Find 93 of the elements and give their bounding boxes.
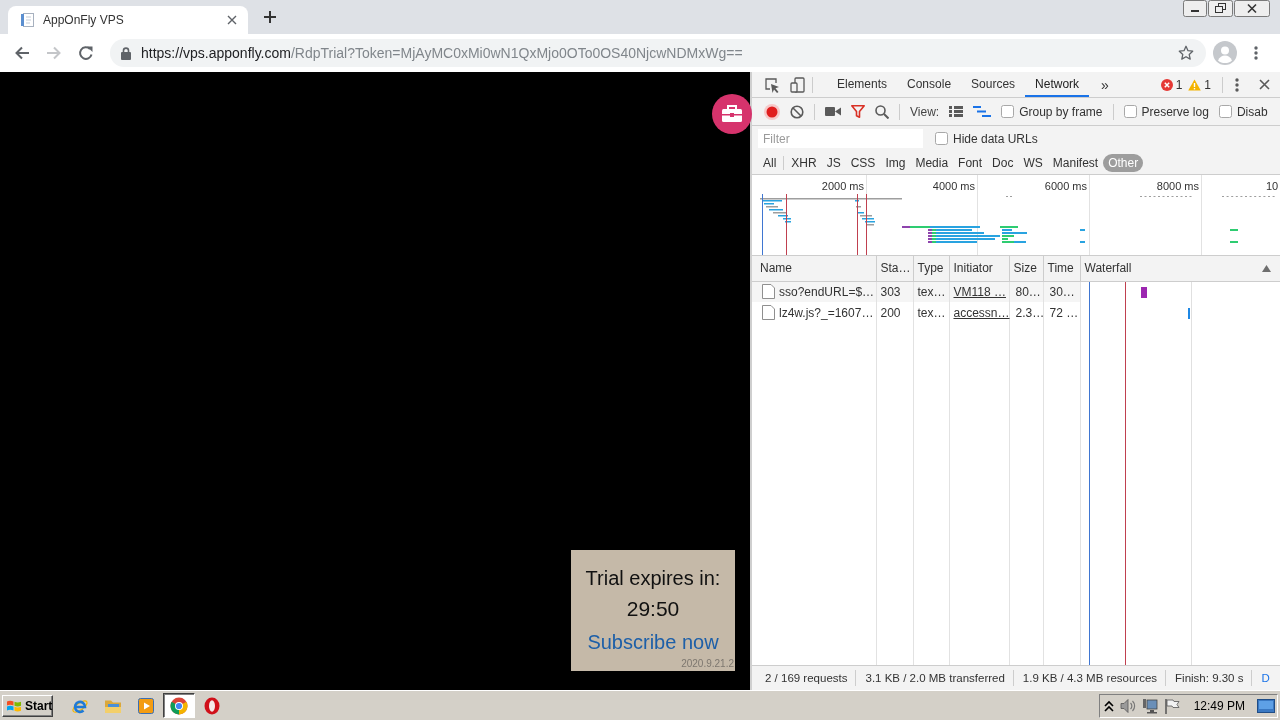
type-filter-button[interactable]: XHR: [786, 153, 822, 172]
inspect-icon[interactable]: [764, 76, 780, 93]
column-header[interactable]: Time: [1043, 256, 1080, 281]
tick-label: 6000 ms: [1044, 180, 1087, 192]
summary-text: 3.1 KB / 2.0 MB transferred: [856, 670, 1014, 686]
more-options-icon[interactable]: [1235, 77, 1239, 92]
devtools-tab[interactable]: Console: [897, 72, 962, 97]
lock-icon: [121, 46, 131, 60]
restore-icon[interactable]: [1208, 0, 1233, 17]
warning-counter[interactable]: 1: [1185, 72, 1214, 97]
video-camera-icon[interactable]: [825, 106, 841, 117]
column-header[interactable]: Name: [752, 256, 876, 281]
chevron-up-icon[interactable]: [1103, 699, 1114, 712]
summary-text: Finish: 9.30 s: [1166, 670, 1253, 686]
record-icon[interactable]: [764, 103, 780, 120]
trial-heading: Trial expires in:: [585, 566, 721, 591]
tick-label: 4000 ms: [932, 180, 975, 192]
type-filter-button[interactable]: JS: [821, 153, 846, 172]
page-icon: [20, 12, 36, 28]
star-icon[interactable]: [1178, 45, 1194, 61]
show-desktop-icon[interactable]: [1257, 698, 1275, 713]
close-icon[interactable]: [1234, 0, 1270, 17]
minimize-icon[interactable]: [1183, 0, 1207, 17]
type-filter-button[interactable]: Doc: [987, 153, 1019, 172]
table-cell: 72 …: [1043, 302, 1080, 324]
filter-icon[interactable]: [851, 105, 865, 118]
tick-label: 2000 ms: [821, 180, 864, 192]
more-tabs-button[interactable]: »: [1089, 72, 1117, 97]
checkbox-label: Hide data URLs: [953, 131, 1038, 146]
plus-icon[interactable]: [263, 10, 277, 24]
checkbox-label: Group by frame: [1019, 104, 1103, 119]
taskbar-button[interactable]: [163, 693, 195, 718]
type-filter-button[interactable]: WS: [1018, 153, 1048, 172]
flag-icon[interactable]: [1163, 697, 1180, 714]
column-header[interactable]: Initiator: [949, 256, 1009, 281]
view-label: View:: [910, 104, 940, 119]
table-cell: 2.3…: [1009, 302, 1043, 324]
countdown-timer: 29:50: [626, 596, 680, 622]
column-header[interactable]: Waterfall: [1080, 256, 1280, 281]
table-cell: 200: [876, 302, 913, 324]
chrome-icon: [170, 696, 188, 715]
devtools-tab[interactable]: Sources: [961, 72, 1026, 97]
checkbox-label: Disab: [1236, 104, 1268, 119]
close-icon[interactable]: [227, 15, 237, 25]
file-icon: [762, 305, 775, 321]
checkbox-label: Preserve log: [1141, 104, 1209, 119]
menu-icon[interactable]: [1254, 46, 1258, 60]
summary-link[interactable]: D: [1252, 670, 1272, 686]
waterfall-bars-icon[interactable]: [973, 106, 992, 117]
type-filter-button[interactable]: Font: [953, 153, 988, 172]
request-name[interactable]: lz4w.js?_=1607…: [779, 305, 874, 320]
browser-tab[interactable]: AppOnFly VPS: [8, 6, 248, 34]
search-icon[interactable]: [875, 104, 889, 119]
reload-icon[interactable]: [78, 45, 94, 61]
column-header[interactable]: Type: [913, 256, 949, 281]
opera-icon: [204, 696, 220, 715]
devtools-tab[interactable]: Elements: [827, 72, 898, 97]
version-label: 2020.9.21.2: [681, 658, 734, 670]
media-player-icon: [138, 697, 154, 714]
sort-icon: [1262, 264, 1271, 272]
summary-text: 2 / 169 requests: [756, 670, 857, 686]
tick-label: 10: [1266, 180, 1279, 192]
filter-field[interactable]: Filter: [758, 129, 923, 148]
back-arrow-icon[interactable]: [14, 45, 30, 61]
checkbox[interactable]: [1123, 105, 1137, 118]
clear-icon[interactable]: [790, 104, 804, 119]
address-bar[interactable]: https://vps.apponfly.com/RdpTrial?Token=MjAyMC0xMi0wN1QxMjo0OTo0OS40NjcwNDMxWg==: [110, 39, 1206, 67]
toolbox-icon[interactable]: [712, 94, 752, 134]
speaker-icon[interactable]: [1119, 697, 1136, 714]
column-header[interactable]: Size: [1009, 256, 1043, 281]
type-filter-button[interactable]: Media: [910, 153, 954, 172]
type-filter-button[interactable]: All: [758, 153, 782, 172]
device-icon[interactable]: [790, 76, 806, 93]
checkbox[interactable]: [1001, 105, 1015, 118]
checkbox[interactable]: [1218, 105, 1232, 118]
error-counter[interactable]: 1: [1157, 72, 1186, 97]
table-cell: tex…: [913, 302, 949, 324]
column-header[interactable]: Sta…: [876, 256, 913, 281]
tick-label: 8000 ms: [1156, 180, 1199, 192]
clock: 12:49 PM: [1193, 698, 1245, 713]
type-filter-button[interactable]: CSS: [845, 153, 881, 172]
type-filter-button[interactable]: Img: [880, 153, 911, 172]
start-button[interactable]: Start: [2, 694, 53, 717]
windows-logo-icon: [6, 698, 22, 713]
warning-icon: [1188, 78, 1202, 91]
network-icon[interactable]: [1141, 697, 1158, 714]
error-icon: [1160, 78, 1173, 91]
close-icon[interactable]: [1259, 79, 1270, 90]
list-rows-icon[interactable]: [949, 106, 964, 117]
checkbox[interactable]: [935, 132, 948, 145]
type-filter-button[interactable]: Manifest: [1047, 153, 1104, 172]
initiator-link[interactable]: accessn…: [953, 305, 1010, 320]
summary-text: 1.9 KB / 4.3 MB resources: [1013, 670, 1167, 686]
